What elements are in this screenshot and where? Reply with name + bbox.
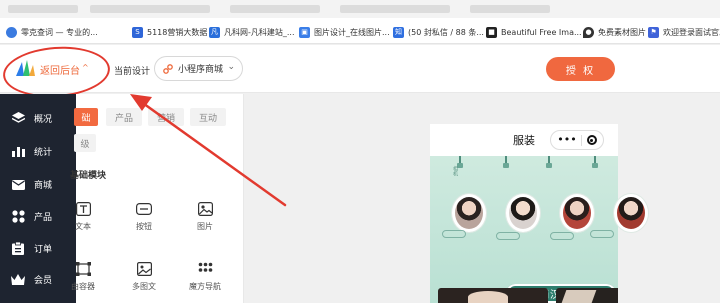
component-image[interactable]: 图片 [188,202,222,232]
sidebar-item-label: 概况 [34,114,53,125]
miniprogram-capsule: ••• [550,130,604,150]
sidebar-item-label: 商城 [34,180,53,191]
button-icon [136,202,152,216]
bookmark-label: Beautiful Free Ima... [501,27,582,37]
fanke-logo-icon: 凡 [209,26,220,38]
bookmark-sucai[interactable]: ● 免费素材图片 [583,24,646,40]
tassel-ornament [503,156,509,168]
miniprogram-select[interactable]: 小程序商城 ⌄ [154,56,243,81]
bookmark-mianshi[interactable]: ⚑ 欢迎登录面试官工 [648,24,720,40]
component-label: 魔方导航 [189,282,221,291]
tassel-ornament [457,156,463,168]
store-icon [11,177,25,191]
component-button[interactable]: 按钮 [127,202,161,232]
sidebar-item-products[interactable]: 产品 [0,204,76,228]
sidebar-item-stats[interactable]: 统计 [0,139,76,163]
free-container-icon [75,262,91,276]
text-icon [75,202,91,216]
blue-circle-icon [6,26,17,38]
image-text-icon [136,262,152,276]
component-label: 文本 [75,222,91,231]
product-card-image[interactable] [556,288,618,303]
bookmark-fanke[interactable]: 凡 凡科网-凡科建站_... [209,24,295,40]
cloud-ornament [550,232,574,240]
clipboard-icon [11,241,25,255]
unsplash-icon: ■ [486,26,497,38]
tab-basic[interactable]: 础 [74,108,98,126]
bookmark-label: 欢迎登录面试官工 [663,27,720,37]
portrait-avatar [614,194,648,232]
sidebar: 概况 统计 商城 产品 订单 会员 [0,94,76,303]
bookmark-unsplash[interactable]: ■ Beautiful Free Ima... [486,24,582,40]
bookmark-zhihu[interactable]: 知 (50 封私信 / 88 条... [393,24,484,40]
more-dots-icon[interactable]: ••• [557,134,576,145]
sidebar-item-members[interactable]: 会员 [0,267,76,291]
image-icon [197,202,213,216]
location-pin-icon: ● [583,26,594,38]
flag-icon: ⚑ [648,26,659,38]
current-design-label: 当前设计 [114,67,151,77]
bookmarks-bar: 零克查词 — 专业的... S 5118营销大数据 凡 凡科网-凡科建站_...… [0,0,720,44]
chevron-down-icon: ⌄ [227,62,235,72]
s-logo-icon: S [132,26,143,38]
crown-icon [11,272,25,286]
tassel-ornament [546,156,552,168]
tassel-text: 相机 [452,166,458,176]
portrait-avatar [560,194,594,232]
link-icon [163,63,173,74]
phone-preview[interactable]: 服装 ••• 相机 店铺汉服精选 [430,124,648,303]
bookmark-label: 免费素材图片 [598,27,646,37]
product-card-image[interactable] [438,288,548,303]
sidebar-item-orders[interactable]: 订单 [0,236,76,260]
sidebar-item-label: 会员 [34,275,53,286]
blurred-tab-strip [0,0,720,18]
select-value: 小程序商城 [178,65,224,75]
cloud-ornament [590,230,614,238]
sidebar-item-label: 产品 [34,212,53,223]
tab-interaction[interactable]: 互动 [190,108,226,126]
bookmark-lingke[interactable]: 零克查词 — 专业的... [6,24,98,40]
authorize-button[interactable]: 授 权 [546,57,615,81]
mail-icon: 知 [393,26,404,38]
sidebar-item-store[interactable]: 商城 [0,172,76,196]
component-magic-nav[interactable]: 魔方导航 [188,262,222,292]
bookmark-5118[interactable]: S 5118营销大数据 [132,24,207,40]
sidebar-item-overview[interactable]: 概况 [0,106,76,130]
bar-chart-icon [11,144,25,158]
bookmark-label: 凡科网-凡科建站_... [224,27,295,37]
cloud-ornament [496,232,520,240]
sidebar-item-label: 统计 [34,147,53,158]
tassel-ornament [592,156,598,168]
tab-advanced[interactable]: 级 [74,134,96,152]
portrait-avatar [452,194,486,232]
bookmark-tupian[interactable]: ▣ 图片设计_在线图片... [299,24,390,40]
component-text[interactable]: 文本 [66,202,100,232]
bookmark-label: (50 封私信 / 88 条... [408,27,484,37]
component-panel: 础 产品 营销 互动 级 基础模块 文本 按钮 图片 由容器 多图文 魔方导航 [70,94,244,303]
picture-icon: ▣ [299,26,310,38]
grid-icon [11,209,25,223]
shop-banner[interactable]: 相机 店铺汉服精选 [430,156,648,303]
component-label: 由容器 [71,282,95,291]
component-image-text[interactable]: 多图文 [127,262,161,292]
sidebar-item-label: 订单 [34,244,53,255]
tab-marketing[interactable]: 营销 [148,108,184,126]
bookmark-label: 图片设计_在线图片... [314,27,390,37]
component-label: 图片 [197,222,213,231]
component-label: 多图文 [132,282,156,291]
portrait-avatar [506,194,540,232]
component-label: 按钮 [136,222,152,231]
close-circle-icon[interactable] [586,135,597,145]
bookmark-label: 5118营销大数据 [147,27,208,37]
component-free-container[interactable]: 由容器 [66,262,100,292]
layers-icon [11,111,25,125]
tab-products[interactable]: 产品 [106,108,142,126]
magic-nav-icon [197,262,213,276]
bookmark-label: 零克查词 — 专业的... [21,27,98,37]
section-title: 基础模块 [70,171,107,181]
cloud-ornament [442,230,466,238]
